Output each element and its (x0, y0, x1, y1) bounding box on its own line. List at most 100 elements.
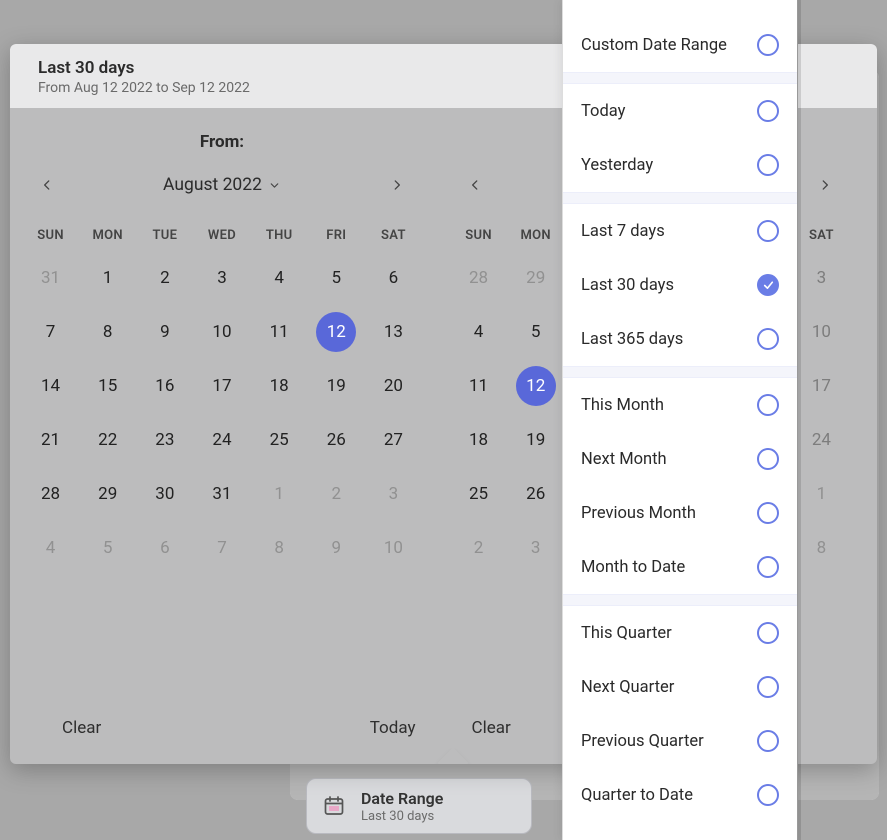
to-next-month-button[interactable] (810, 170, 840, 200)
calendar-day[interactable]: 9 (308, 529, 365, 567)
calendar-day[interactable]: 9 (136, 313, 193, 351)
calendar-day[interactable]: 29 (507, 259, 564, 297)
calendar-day[interactable]: 10 (365, 529, 422, 567)
preset-option[interactable]: Quarter to Date (563, 768, 797, 822)
calendar-day[interactable]: 8 (79, 313, 136, 351)
calendar-day[interactable]: 11 (251, 313, 308, 351)
calendar-day[interactable]: 14 (22, 367, 79, 405)
chip-subtitle: Last 30 days (361, 809, 443, 824)
calendar-day[interactable]: 22 (79, 421, 136, 459)
calendar-day[interactable]: 3 (507, 529, 564, 567)
calendar-day[interactable]: 4 (450, 313, 507, 351)
calendar-day[interactable]: 8 (793, 529, 850, 567)
calendar-day[interactable]: 3 (793, 259, 850, 297)
preset-option[interactable]: Today (563, 84, 797, 138)
calendar-day[interactable]: 26 (507, 475, 564, 513)
calendar-day[interactable]: 1 (79, 259, 136, 297)
preset-option[interactable]: This Month (563, 378, 797, 432)
calendar-day[interactable]: 19 (507, 421, 564, 459)
calendar-day[interactable]: 25 (251, 421, 308, 459)
preset-option[interactable]: This Quarter (563, 606, 797, 660)
calendar-day[interactable]: 6 (136, 529, 193, 567)
calendar-day[interactable]: 1 (251, 475, 308, 513)
preset-option[interactable]: Previous Quarter (563, 714, 797, 768)
preset-option[interactable]: Custom Date Range (563, 18, 797, 72)
preset-option[interactable]: Yesterday (563, 138, 797, 192)
calendar-day[interactable]: 7 (22, 313, 79, 351)
preset-option[interactable]: Month to Date (563, 540, 797, 594)
calendar-day[interactable]: 27 (365, 421, 422, 459)
calendar-day[interactable]: 2 (308, 475, 365, 513)
calendar-day[interactable]: 26 (308, 421, 365, 459)
calendar-day[interactable]: 6 (365, 259, 422, 297)
chip-title: Date Range (361, 789, 443, 808)
calendar-day[interactable]: 25 (450, 475, 507, 513)
preset-group-divider (563, 192, 797, 204)
calendar-day[interactable]: 17 (193, 367, 250, 405)
calendar-day[interactable]: 3 (365, 475, 422, 513)
calendar-day[interactable]: 29 (79, 475, 136, 513)
radio-icon (757, 220, 779, 242)
preset-option[interactable]: Last 365 days (563, 312, 797, 366)
calendar-day[interactable]: 28 (22, 475, 79, 513)
calendar-day[interactable]: 7 (193, 529, 250, 567)
calendar-day[interactable]: 12 (507, 367, 564, 405)
radio-icon (757, 34, 779, 56)
preset-option-label: Month to Date (581, 558, 685, 577)
preset-group-divider (563, 72, 797, 84)
weekday-label: SAT (793, 228, 850, 243)
calendar-day[interactable]: 12 (308, 313, 365, 351)
from-clear-button[interactable]: Clear (62, 718, 101, 738)
calendar-day[interactable]: 21 (22, 421, 79, 459)
to-prev-month-button[interactable] (460, 170, 490, 200)
from-month-label: August 2022 (163, 175, 262, 195)
calendar-day[interactable]: 31 (193, 475, 250, 513)
calendar-day[interactable]: 1 (793, 475, 850, 513)
preset-option[interactable]: Last 7 days (563, 204, 797, 258)
calendar-day[interactable]: 3 (193, 259, 250, 297)
preset-option[interactable]: Last 30 days (563, 258, 797, 312)
preset-group-divider (563, 366, 797, 378)
weekday-label: TUE (136, 228, 193, 243)
calendar-day[interactable]: 18 (251, 367, 308, 405)
preset-option[interactable]: Next Quarter (563, 660, 797, 714)
calendar-day[interactable]: 5 (507, 313, 564, 351)
calendar-day[interactable]: 2 (450, 529, 507, 567)
calendar-icon (321, 793, 347, 819)
preset-option[interactable]: Next Month (563, 432, 797, 486)
preset-option-label: Today (581, 102, 625, 121)
calendar-day[interactable]: 20 (365, 367, 422, 405)
preset-option[interactable]: Previous Month (563, 486, 797, 540)
calendar-day[interactable]: 18 (450, 421, 507, 459)
calendar-day[interactable]: 4 (22, 529, 79, 567)
calendar-day[interactable]: 5 (308, 259, 365, 297)
to-clear-button[interactable]: Clear (472, 718, 511, 738)
calendar-day[interactable]: 10 (793, 313, 850, 351)
calendar-day[interactable]: 4 (251, 259, 308, 297)
weekday-label: SUN (22, 228, 79, 243)
calendar-day[interactable]: 15 (79, 367, 136, 405)
calendar-day[interactable]: 24 (793, 421, 850, 459)
calendar-day[interactable]: 31 (22, 259, 79, 297)
calendar-day[interactable]: 28 (450, 259, 507, 297)
calendar-day[interactable]: 13 (365, 313, 422, 351)
calendar-day[interactable]: 11 (450, 367, 507, 405)
preset-option-label: Last 7 days (581, 222, 665, 241)
chevron-left-icon (468, 178, 482, 192)
date-range-chip[interactable]: Date Range Last 30 days (306, 778, 532, 834)
calendar-day[interactable]: 5 (79, 529, 136, 567)
from-month-selector[interactable]: August 2022 (163, 175, 281, 195)
from-next-month-button[interactable] (382, 170, 412, 200)
from-prev-month-button[interactable] (32, 170, 62, 200)
calendar-day[interactable]: 30 (136, 475, 193, 513)
calendar-day[interactable]: 10 (193, 313, 250, 351)
calendar-day[interactable]: 17 (793, 367, 850, 405)
calendar-day[interactable]: 2 (136, 259, 193, 297)
calendar-day[interactable]: 23 (136, 421, 193, 459)
calendar-day[interactable]: 8 (251, 529, 308, 567)
from-calendar: From: August 2022 SUNMONTUEWEDTHUFRISAT … (22, 132, 422, 567)
calendar-day[interactable]: 19 (308, 367, 365, 405)
calendar-day[interactable]: 24 (193, 421, 250, 459)
calendar-day[interactable]: 16 (136, 367, 193, 405)
from-today-button[interactable]: Today (370, 718, 416, 738)
